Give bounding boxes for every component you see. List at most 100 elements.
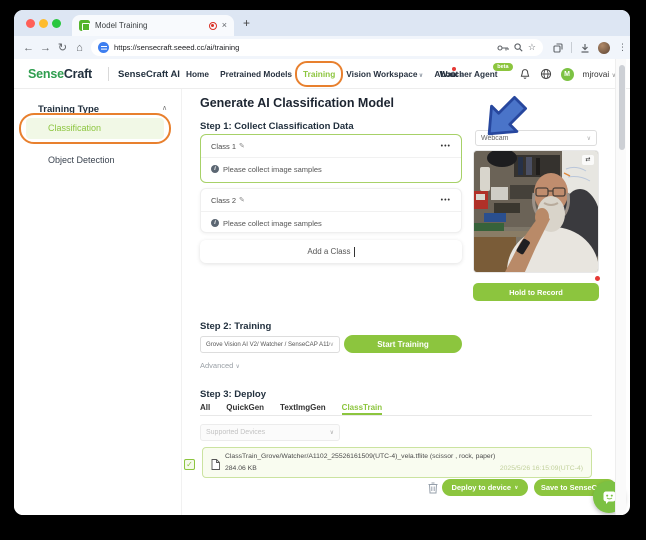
tab-close-icon[interactable]: × [222, 21, 227, 30]
training-device-select[interactable]: Grove Vision AI V2/ Watcher / SenseCAP A… [200, 336, 340, 353]
url-text[interactable]: https://sensecraft.seeed.cc/ai/training [114, 43, 492, 52]
camera-status-dot [595, 276, 600, 281]
camera-source-select[interactable]: Webcam ∨ [475, 130, 597, 146]
toolbar-divider [571, 42, 572, 53]
sidebar: Training Type ∧ Classification Object De… [14, 89, 182, 515]
traffic-light-close[interactable] [26, 19, 35, 28]
scrollbar-thumb[interactable] [619, 65, 625, 150]
supported-devices-select[interactable]: Supported Devices ∨ [200, 424, 340, 441]
chevron-down-icon: ∨ [514, 485, 518, 491]
info-icon: i [211, 165, 219, 173]
header-right: Watcher Agentbeta M mjrovai ∨ [440, 59, 616, 89]
address-bar[interactable]: https://sensecraft.seeed.cc/ai/training … [91, 39, 543, 56]
browser-profile-avatar[interactable] [598, 42, 610, 54]
class-card-header: Class 1 ✎ ••• [201, 135, 461, 158]
tab-textimggen[interactable]: TextImgGen [280, 401, 326, 415]
more-menu-icon[interactable]: ••• [441, 197, 451, 204]
tab-quickgen[interactable]: QuickGen [226, 401, 264, 415]
chevron-down-icon: ∨ [587, 135, 591, 142]
flip-camera-icon[interactable]: ⇄ [582, 155, 594, 165]
class-card-hint-row: i Please collect image samples [201, 158, 461, 180]
main-nav: Home Pretrained Models Training Vision W… [186, 59, 464, 89]
nav-training[interactable]: Training [303, 69, 335, 79]
class-hint: Please collect image samples [223, 219, 322, 228]
class-card-header: Class 2 ✎ ••• [201, 189, 461, 212]
user-avatar[interactable]: M [561, 68, 574, 81]
sidebar-item-object-detection[interactable]: Object Detection [48, 155, 115, 165]
hold-to-record-button[interactable]: Hold to Record [473, 283, 599, 301]
tab-favicon-icon [79, 20, 90, 31]
chevron-down-icon: ∨ [235, 364, 239, 370]
chevron-down-icon: ∨ [418, 73, 423, 79]
app-title: SenseCraft AI [118, 69, 180, 80]
class-name: Class 1 [211, 142, 236, 151]
edit-pencil-icon[interactable]: ✎ [239, 196, 245, 204]
file-size: 284.06 KB [225, 465, 257, 472]
file-checkbox[interactable]: ✓ [184, 459, 195, 470]
site-header: SenseCraft SenseCraft AI Home Pretrained… [14, 59, 630, 89]
edit-pencil-icon[interactable]: ✎ [239, 142, 245, 150]
step2-label: Step 2: Training [200, 321, 271, 332]
traffic-light-maximize[interactable] [52, 19, 61, 28]
browser-window: Model Training × + ← → ↻ ⌂ https://sense… [14, 10, 630, 515]
class-hint: Please collect image samples [223, 165, 322, 174]
page-title: Generate AI Classification Model [200, 96, 394, 110]
search-icon[interactable] [514, 43, 523, 52]
chevron-down-icon: ∨ [330, 429, 334, 436]
advanced-toggle[interactable]: Advanced ∨ [200, 361, 240, 370]
tab-search-icon[interactable] [553, 43, 563, 53]
step3-label: Step 3: Deploy [200, 389, 266, 400]
tab-classtrain[interactable]: ClassTrain [342, 401, 382, 415]
class-name: Class 2 [211, 196, 236, 205]
reload-icon[interactable]: ↻ [54, 41, 71, 54]
nav-vision-workspace[interactable]: Vision Workspace∨ [346, 69, 423, 79]
sidebar-group-title[interactable]: Training Type [38, 104, 99, 115]
webcam-preview: ⇄ [473, 150, 599, 273]
sensecraft-logo[interactable]: SenseCraft [28, 67, 92, 81]
home-icon[interactable]: ⌂ [71, 42, 88, 54]
model-file-row[interactable]: ClassTrain_Grove/Watcher/A1102_255261615… [202, 447, 592, 478]
tab-recording-icon [209, 22, 217, 30]
browser-menu-icon[interactable]: ⋮ [618, 42, 627, 53]
nav-home[interactable]: Home [186, 69, 209, 79]
new-tab-button[interactable]: + [243, 16, 250, 30]
tab-all[interactable]: All [200, 401, 210, 415]
browser-tab[interactable]: Model Training × [72, 15, 234, 36]
deploy-tabs: All QuickGen TextImgGen ClassTrain [200, 401, 592, 416]
download-icon[interactable] [580, 43, 590, 53]
forward-icon[interactable]: → [37, 42, 54, 54]
bookmark-star-icon[interactable]: ☆ [528, 43, 536, 52]
traffic-light-minimize[interactable] [39, 19, 48, 28]
sidebar-item-classification[interactable]: Classification [26, 118, 164, 139]
nav-pretrained-models[interactable]: Pretrained Models [220, 69, 292, 79]
chevron-up-icon[interactable]: ∧ [162, 104, 167, 112]
site-info-icon[interactable] [98, 42, 109, 53]
class-card-1: Class 1 ✎ ••• i Please collect image sam… [200, 134, 462, 183]
class-card-hint-row: i Please collect image samples [201, 212, 461, 234]
chevron-down-icon: ∨ [330, 341, 334, 348]
browser-tab-bar: Model Training × + [14, 10, 630, 36]
header-divider [108, 67, 109, 81]
file-timestamp: 2025/5/26 16:15:09(UTC-4) [500, 465, 583, 472]
start-training-button[interactable]: Start Training [344, 335, 462, 353]
trash-icon[interactable] [428, 481, 438, 499]
toolbar-right-icons: ⋮ [553, 42, 627, 54]
webcam-preview-image [474, 151, 599, 273]
globe-icon[interactable] [540, 68, 552, 80]
beta-badge: beta [493, 63, 512, 71]
nav-watcher-agent[interactable]: Watcher Agentbeta [440, 69, 498, 79]
info-icon: i [211, 219, 219, 227]
bell-icon[interactable] [519, 68, 531, 80]
deploy-to-device-button[interactable]: Deploy to device∨ [442, 479, 528, 496]
class-card-2: Class 2 ✎ ••• i Please collect image sam… [200, 188, 462, 233]
page-scrollbar[interactable] [615, 59, 626, 515]
add-class-button[interactable]: Add a Class [200, 240, 462, 263]
tab-title: Model Training [95, 21, 204, 30]
password-key-icon[interactable] [497, 44, 509, 52]
browser-toolbar: ← → ↻ ⌂ https://sensecraft.seeed.cc/ai/t… [14, 36, 630, 59]
more-menu-icon[interactable]: ••• [441, 143, 451, 150]
back-icon[interactable]: ← [20, 42, 37, 54]
file-icon [211, 457, 220, 475]
step1-label: Step 1: Collect Classification Data [200, 121, 354, 132]
user-menu[interactable]: mjrovai ∨ [583, 69, 616, 79]
